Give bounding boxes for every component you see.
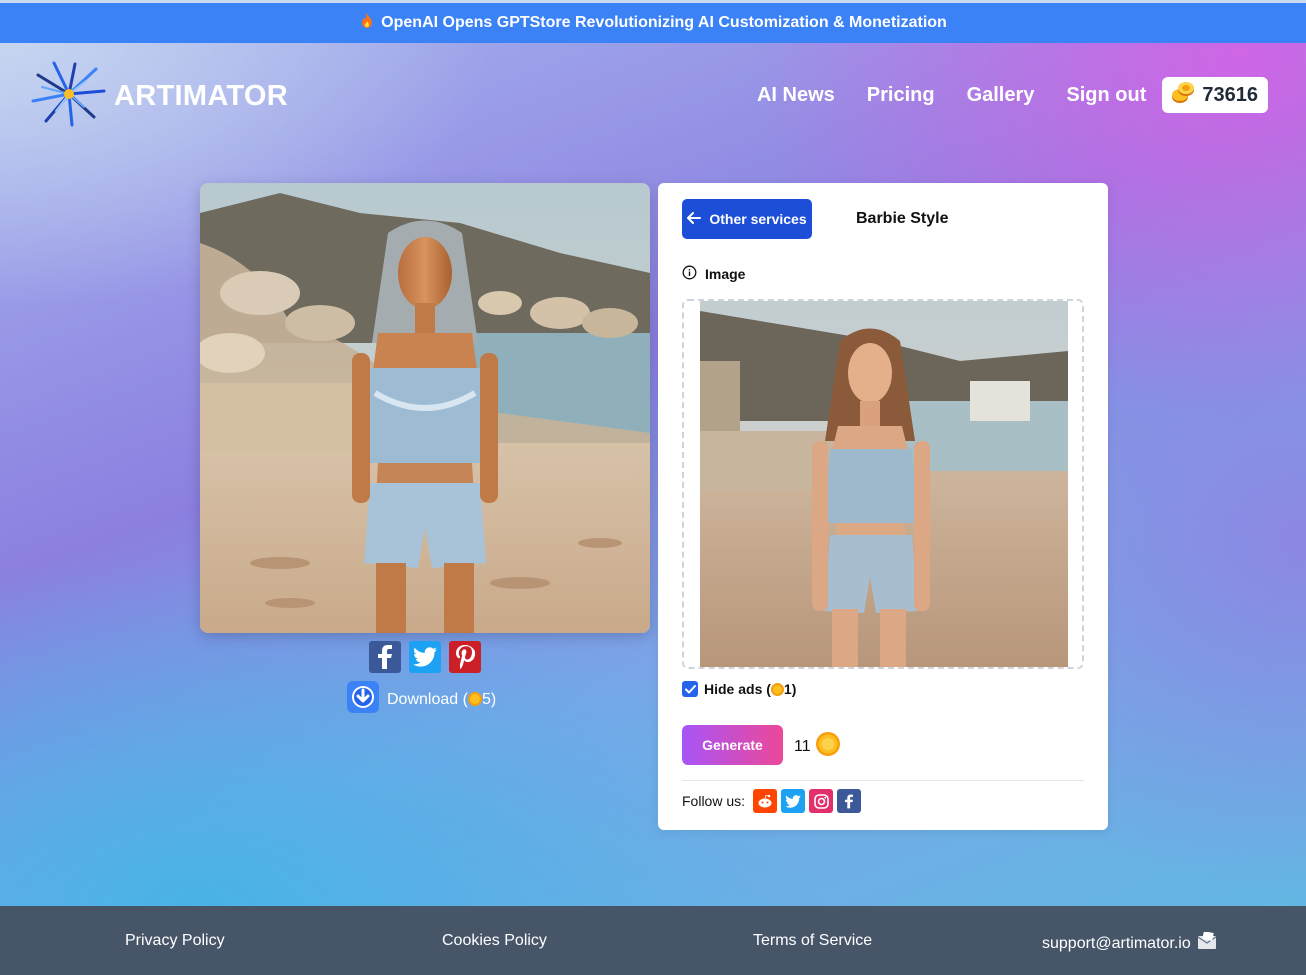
privacy-policy-link[interactable]: Privacy Policy xyxy=(125,932,225,950)
coin-balance-value: 73616 xyxy=(1202,83,1258,106)
image-label-text: Image xyxy=(705,266,746,282)
coin-icon xyxy=(815,731,841,762)
cost-value: 11 xyxy=(794,737,811,755)
site-logo[interactable]: ARTIMATOR xyxy=(30,61,288,132)
announcement-text: OpenAI Opens GPTStore Revolutionizing AI… xyxy=(381,14,947,31)
nav-gallery[interactable]: Gallery xyxy=(967,84,1035,107)
service-panel: Other services Barbie Style Image Hide a… xyxy=(658,183,1108,830)
image-field-label: Image xyxy=(682,265,745,283)
other-services-button[interactable]: Other services xyxy=(682,199,812,239)
hide-ads-option[interactable]: Hide ads (1) xyxy=(682,681,796,697)
cookies-policy-link[interactable]: Cookies Policy xyxy=(442,932,547,950)
logo-text: ARTIMATOR xyxy=(114,80,288,112)
nav-ai-news[interactable]: AI News xyxy=(757,84,835,107)
other-services-label: Other services xyxy=(709,211,807,227)
download-label: Download (5) xyxy=(387,690,497,708)
reddit-icon[interactable] xyxy=(753,789,778,813)
service-title: Barbie Style xyxy=(856,210,949,227)
follow-us: Follow us: xyxy=(682,789,865,813)
terms-of-service-link[interactable]: Terms of Service xyxy=(753,932,872,950)
site-footer: Privacy Policy Cookies Policy Terms of S… xyxy=(0,906,1306,975)
twitter-icon[interactable] xyxy=(781,789,806,813)
envelope-icon xyxy=(1197,931,1217,955)
coin-balance[interactable]: 73616 xyxy=(1162,77,1268,113)
hide-ads-checkbox[interactable] xyxy=(682,681,698,697)
announcement-bar[interactable]: OpenAI Opens GPTStore Revolutionizing AI… xyxy=(0,0,1306,43)
share-buttons xyxy=(369,641,489,673)
generated-image[interactable] xyxy=(200,183,650,633)
uploaded-image xyxy=(700,301,1068,667)
hero-area: ARTIMATOR AI News Pricing Gallery Sign o… xyxy=(0,43,1306,906)
coin-icon xyxy=(467,691,482,706)
instagram-icon[interactable] xyxy=(809,789,834,813)
generate-button[interactable]: Generate xyxy=(682,725,783,765)
nav-pricing[interactable]: Pricing xyxy=(867,84,935,107)
coin-icon xyxy=(770,683,784,696)
generation-cost: 11 xyxy=(794,731,841,762)
download-icon xyxy=(347,681,379,718)
panel-divider xyxy=(682,780,1084,781)
facebook-share-icon[interactable] xyxy=(369,641,401,673)
support-contact: support@artimator.io xyxy=(1042,931,1217,955)
image-dropzone[interactable] xyxy=(682,299,1084,669)
download-button[interactable]: Download (5) xyxy=(347,681,496,718)
fire-icon xyxy=(359,12,375,35)
nav-sign-out[interactable]: Sign out xyxy=(1066,84,1146,107)
support-email-link[interactable]: support@artimator.io xyxy=(1042,935,1191,953)
hide-ads-label: Hide ads (1) xyxy=(704,681,797,697)
facebook-icon[interactable] xyxy=(837,789,862,813)
pinterest-share-icon[interactable] xyxy=(449,641,481,673)
info-icon[interactable] xyxy=(682,265,697,283)
follow-us-label: Follow us: xyxy=(682,793,746,809)
artimator-logo-icon xyxy=(30,61,108,132)
main-nav: AI News Pricing Gallery Sign out 73616 xyxy=(757,77,1268,113)
coin-stack-icon xyxy=(1170,79,1196,111)
twitter-share-icon[interactable] xyxy=(409,641,441,673)
arrow-left-icon xyxy=(687,211,702,227)
